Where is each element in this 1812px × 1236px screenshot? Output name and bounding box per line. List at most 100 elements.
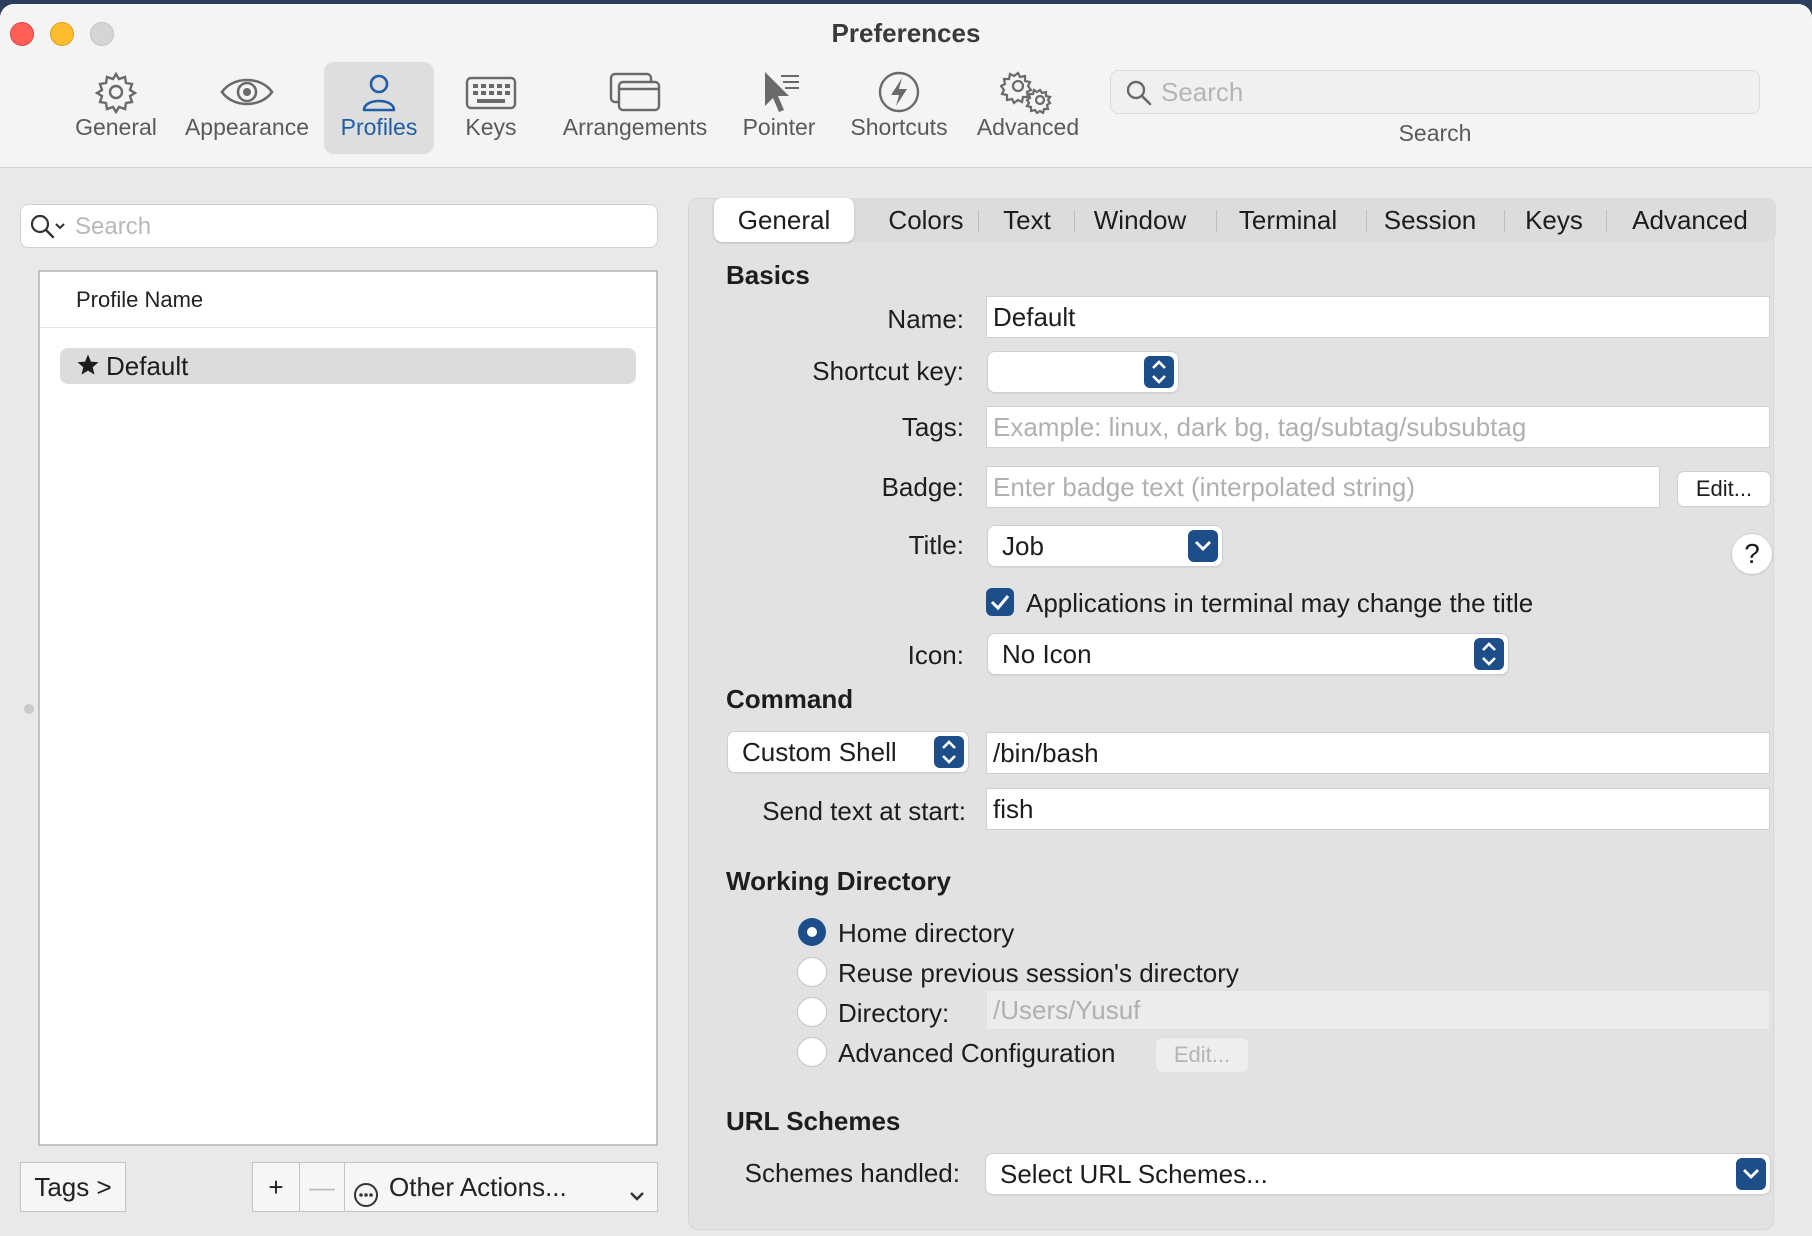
url-schemes-value: Select URL Schemes...	[1000, 1159, 1268, 1189]
home-directory-radio[interactable]	[798, 918, 826, 946]
profile-row-label: Default	[106, 351, 189, 381]
gear-icon	[64, 62, 168, 114]
directory-label[interactable]: Directory:	[838, 998, 949, 1029]
tab-separator	[1074, 210, 1075, 232]
toolbar-search-field[interactable]	[1110, 70, 1760, 114]
other-actions-button[interactable]: Other Actions...	[344, 1162, 658, 1212]
star-icon	[76, 350, 100, 386]
keyboard-icon	[452, 62, 530, 114]
toolbar-arrangements-label: Arrangements	[562, 114, 708, 140]
title-label: Title:	[908, 530, 964, 560]
search-icon	[29, 213, 69, 246]
advanced-configuration-radio[interactable]	[798, 1038, 826, 1066]
reuse-directory-radio[interactable]	[798, 958, 826, 986]
title-value: Job	[1002, 531, 1044, 561]
tab-terminal[interactable]: Terminal	[1218, 198, 1358, 242]
preferences-window: Preferences General Appearance Profiles …	[0, 4, 1812, 1236]
toolbar-appearance-label: Appearance	[184, 114, 310, 140]
toolbar-profiles-label: Profiles	[340, 114, 418, 140]
up-down-chevron-icon	[934, 736, 964, 768]
toolbar-advanced-label: Advanced	[976, 114, 1080, 140]
toolbar-shortcuts[interactable]: Shortcuts	[842, 62, 956, 154]
profile-tabs: General Colors Text Window Terminal Sess…	[712, 198, 1776, 242]
directory-input[interactable]	[987, 991, 1769, 1029]
toolbar-general[interactable]: General	[64, 62, 168, 154]
toolbar-search-input[interactable]	[1161, 77, 1741, 107]
directory-field[interactable]	[986, 990, 1770, 1030]
profile-search-field[interactable]	[20, 204, 658, 248]
toolbar-pointer-label: Pointer	[742, 114, 816, 140]
icon-label: Icon:	[907, 640, 964, 670]
icon-popup[interactable]: No Icon	[988, 634, 1508, 674]
command-input[interactable]	[987, 733, 1769, 773]
command-heading: Command	[726, 684, 854, 714]
toolbar-general-label: General	[75, 114, 157, 140]
tab-separator	[1216, 210, 1217, 232]
profile-search-input[interactable]	[75, 213, 635, 241]
reuse-directory-label[interactable]: Reuse previous session's directory	[838, 958, 1239, 989]
add-profile-button[interactable]: +	[252, 1162, 300, 1212]
toolbar-appearance[interactable]: Appearance	[180, 62, 314, 154]
help-button[interactable]: ?	[1732, 534, 1772, 574]
shortcut-key-popup[interactable]	[988, 352, 1178, 392]
profile-row-default[interactable]: Default	[60, 348, 636, 384]
tab-advanced[interactable]: Advanced	[1608, 198, 1772, 242]
toolbar-keys-label: Keys	[465, 114, 517, 140]
badge-field[interactable]	[986, 466, 1660, 508]
toolbar-search-label: Search	[1398, 120, 1472, 146]
toolbar-advanced[interactable]: Advanced	[970, 62, 1086, 154]
other-actions-label: Other Actions...	[389, 1172, 567, 1202]
tags-field[interactable]	[986, 406, 1770, 448]
advanced-configuration-edit-button[interactable]: Edit...	[1156, 1038, 1248, 1072]
directory-radio[interactable]	[798, 998, 826, 1026]
toolbar-shortcuts-label: Shortcuts	[850, 114, 948, 140]
icon-value: No Icon	[1002, 639, 1092, 669]
lightning-icon	[842, 62, 956, 114]
toolbar-profiles[interactable]: Profiles	[324, 62, 434, 154]
window-title: Preferences	[831, 18, 981, 48]
name-field[interactable]	[986, 296, 1770, 338]
tab-keys[interactable]: Keys	[1506, 198, 1602, 242]
name-input[interactable]	[987, 297, 1769, 337]
url-schemes-popup[interactable]: Select URL Schemes...	[986, 1154, 1770, 1194]
toolbar-pointer[interactable]: Pointer	[736, 62, 822, 154]
profile-list: Profile Name Default	[38, 270, 658, 1146]
send-text-field[interactable]	[986, 788, 1770, 830]
url-schemes-heading: URL Schemes	[726, 1106, 901, 1136]
apps-change-title-label[interactable]: Applications in terminal may change the …	[1026, 588, 1533, 619]
schemes-handled-label: Schemes handled:	[744, 1158, 960, 1188]
badge-label: Badge:	[881, 472, 964, 502]
up-down-chevron-icon	[1144, 356, 1174, 388]
tab-general[interactable]: General	[714, 198, 854, 242]
toolbar-keys[interactable]: Keys	[452, 62, 530, 154]
eye-icon	[180, 62, 314, 114]
home-directory-label[interactable]: Home directory	[838, 918, 1014, 949]
badge-input[interactable]	[987, 467, 1659, 507]
title-popup[interactable]: Job	[988, 526, 1222, 566]
person-icon	[324, 62, 434, 114]
tab-session[interactable]: Session	[1368, 198, 1492, 242]
profile-name-column-header[interactable]: Profile Name	[40, 272, 656, 328]
tab-separator	[1504, 210, 1505, 232]
apps-change-title-checkbox[interactable]	[986, 588, 1014, 616]
split-view-handle[interactable]	[24, 704, 34, 714]
send-text-input[interactable]	[987, 789, 1769, 829]
badge-edit-button[interactable]: Edit...	[1678, 472, 1770, 506]
basics-heading: Basics	[726, 260, 810, 290]
tags-input[interactable]	[987, 407, 1769, 447]
gears-icon	[970, 62, 1086, 114]
working-directory-heading: Working Directory	[726, 866, 951, 896]
checkmark-icon	[986, 595, 1014, 620]
chevron-down-icon	[1188, 530, 1218, 562]
up-down-chevron-icon	[1474, 638, 1504, 670]
tab-text[interactable]: Text	[980, 198, 1074, 242]
toolbar: Preferences General Appearance Profiles …	[0, 4, 1812, 168]
command-type-popup[interactable]: Custom Shell	[728, 732, 968, 772]
tab-window[interactable]: Window	[1076, 198, 1204, 242]
remove-profile-button[interactable]: —	[299, 1162, 345, 1212]
tab-colors[interactable]: Colors	[862, 198, 990, 242]
tags-button[interactable]: Tags >	[20, 1162, 126, 1212]
advanced-configuration-label[interactable]: Advanced Configuration	[838, 1038, 1116, 1069]
command-field[interactable]	[986, 732, 1770, 774]
toolbar-arrangements[interactable]: Arrangements	[552, 62, 718, 154]
